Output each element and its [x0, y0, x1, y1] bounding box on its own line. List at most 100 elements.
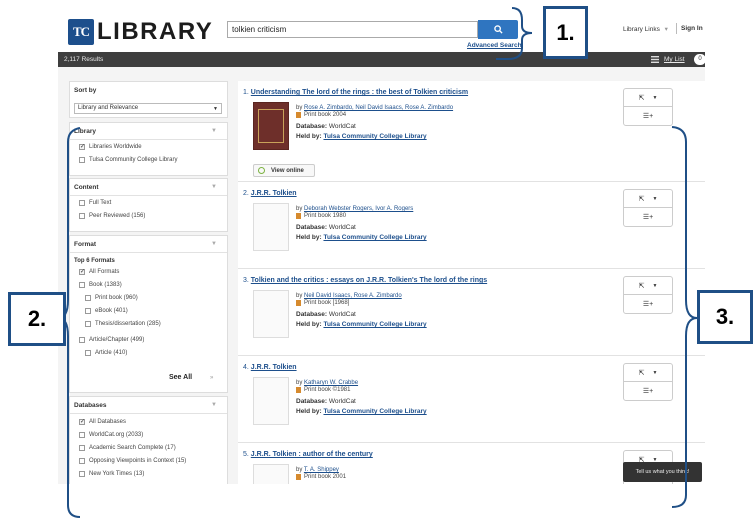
sort-panel: Sort by Library and Relevance ▼: [69, 81, 228, 118]
result-number: 1.: [243, 89, 249, 96]
collapse-icon[interactable]: ▼: [211, 128, 217, 134]
checkbox-icon: [79, 337, 85, 343]
result-title-link[interactable]: 4. J.R.R. Tolkien: [243, 364, 297, 371]
checkbox-icon: [79, 282, 85, 288]
share-menu-button[interactable]: ⇱ ▼: [624, 190, 672, 208]
facet-option[interactable]: Full Text: [79, 200, 111, 206]
result-authors: by Katharyn W. Crabbe: [296, 380, 359, 386]
collapse-icon[interactable]: ▼: [211, 241, 217, 247]
facet-label: Article (410): [95, 350, 128, 356]
share-menu-button[interactable]: ⇱ ▼: [624, 364, 672, 382]
author-links[interactable]: Neil David Isaacs, Rose A. Zimbardo: [304, 293, 402, 299]
collapse-icon[interactable]: ▼: [211, 402, 217, 408]
result-title-link[interactable]: 1. Understanding The lord of the rings :…: [243, 89, 468, 96]
add-to-list-icon: ☰+: [642, 214, 654, 221]
facet-label: Academic Search Complete (17): [89, 445, 176, 451]
cover-placeholder: [253, 203, 289, 251]
add-to-list-button[interactable]: ☰+: [624, 208, 672, 226]
facet-label: Print book (960): [95, 295, 138, 301]
facet-option[interactable]: ✓ Libraries Worldwide: [79, 144, 142, 150]
chevron-down-icon: ▾: [664, 26, 668, 33]
result-title-link[interactable]: 2. J.R.R. Tolkien: [243, 190, 297, 197]
cover-placeholder: [253, 464, 289, 484]
facet-option[interactable]: ✓ All Formats: [79, 269, 119, 275]
facet-option[interactable]: Opposing Viewpoints in Context (15): [79, 458, 186, 464]
result-format: Print book ©1981: [296, 387, 350, 393]
my-list-link[interactable]: My List: [664, 56, 685, 63]
result-authors: by Rose A. Zimbardo, Neil David Isaacs, …: [296, 105, 454, 111]
add-to-list-button[interactable]: ☰+: [624, 107, 672, 125]
facet-option[interactable]: eBook (401): [85, 308, 128, 314]
book-cover-image[interactable]: [253, 102, 289, 150]
share-menu-button[interactable]: ⇱ ▼: [624, 89, 672, 107]
result-actions: ⇱ ▼ ☰+: [623, 276, 673, 314]
divider: [70, 195, 227, 196]
content-panel: Content ▼ Full Text Peer Reviewed (156): [69, 178, 228, 232]
facet-option[interactable]: Article (410): [85, 350, 127, 356]
collapse-icon[interactable]: ▼: [211, 184, 217, 190]
facet-label: eBook (401): [95, 308, 128, 314]
result-title: J.R.R. Tolkien: [250, 190, 297, 197]
share-icon: ⇱: [638, 94, 645, 102]
facet-option[interactable]: Tulsa Community College Library: [79, 157, 177, 163]
see-all-formats-link[interactable]: See All: [169, 374, 192, 381]
library-logo[interactable]: TC LIBRARY: [68, 18, 213, 45]
held-by-link[interactable]: Tulsa Community College Library: [323, 234, 426, 241]
facet-option[interactable]: Book (1383): [79, 282, 122, 288]
checkbox-icon: [79, 471, 85, 477]
search-button[interactable]: [478, 20, 518, 39]
facet-label: Peer Reviewed (156): [89, 213, 146, 219]
author-links[interactable]: Deborah Webster Rogers, Ivor A. Rogers: [304, 206, 413, 212]
my-list-count-badge: 0: [694, 54, 705, 65]
format-subtitle: Top 6 Formats: [74, 258, 115, 264]
facet-label: Thesis/dissertation (285): [95, 321, 161, 327]
view-online-button[interactable]: View online: [253, 164, 315, 177]
book-icon: [296, 387, 301, 393]
library-links-label: Library Links: [623, 26, 660, 33]
advanced-search-link[interactable]: Advanced Search: [467, 42, 522, 49]
book-icon: [296, 300, 301, 306]
feedback-button[interactable]: Tell us what you think!: [623, 462, 702, 482]
facet-label: WorldCat.org (2033): [89, 432, 144, 438]
sort-select[interactable]: Library and Relevance ▼: [74, 103, 222, 114]
facet-option[interactable]: ✓ All Databases: [79, 419, 126, 425]
result-held-by: Held by: Tulsa Community College Library: [296, 234, 427, 241]
held-by-link[interactable]: Tulsa Community College Library: [323, 321, 426, 328]
sign-in-link[interactable]: Sign In: [681, 25, 703, 32]
result-number: 3.: [243, 277, 249, 284]
author-links[interactable]: Katharyn W. Crabbe: [304, 380, 358, 386]
facet-label: Libraries Worldwide: [89, 144, 142, 150]
screenshot-frame: TC LIBRARY tolkien criticism Advanced Se…: [58, 0, 705, 484]
book-icon: [296, 474, 301, 480]
facet-sidebar: Sort by Library and Relevance ▼ Library …: [69, 81, 228, 484]
add-to-list-icon: ☰+: [642, 301, 654, 308]
search-input[interactable]: tolkien criticism: [227, 21, 478, 38]
facet-option[interactable]: Peer Reviewed (156): [79, 213, 145, 219]
checkbox-icon: [79, 157, 85, 163]
callout-label-2: 2.: [8, 292, 66, 346]
callout-label-3: 3.: [697, 290, 753, 344]
held-by-link[interactable]: Tulsa Community College Library: [323, 408, 426, 415]
result-title-link[interactable]: 3. Tolkien and the critics : essays on J…: [243, 277, 487, 284]
library-links-menu[interactable]: Library Links ▾: [623, 25, 668, 33]
author-links[interactable]: T. A. Shippey: [304, 467, 339, 473]
facet-option[interactable]: Thesis/dissertation (285): [85, 321, 161, 327]
databases-panel: Databases ▼ ✓ All Databases WorldCat.org …: [69, 396, 228, 484]
author-links[interactable]: Rose A. Zimbardo, Neil David Isaacs, Ros…: [304, 105, 453, 111]
held-by-link[interactable]: Tulsa Community College Library: [323, 133, 426, 140]
result-title-link[interactable]: 5. J.R.R. Tolkien : author of the centur…: [243, 451, 373, 458]
share-menu-button[interactable]: ⇱ ▼: [624, 277, 672, 295]
result-held-by: Held by: Tulsa Community College Library: [296, 133, 427, 140]
facet-option[interactable]: WorldCat.org (2033): [79, 432, 143, 438]
checkbox-checked-icon: ✓: [79, 269, 86, 275]
add-to-list-button[interactable]: ☰+: [624, 382, 672, 400]
result-held-by: Held by: Tulsa Community College Library: [296, 408, 427, 415]
facet-option[interactable]: Academic Search Complete (17): [79, 445, 176, 451]
add-to-list-button[interactable]: ☰+: [624, 295, 672, 313]
facet-option[interactable]: New York Times (13): [79, 471, 144, 477]
chevron-down-icon: ▼: [652, 195, 658, 202]
facet-option[interactable]: Article/Chapter (499): [79, 337, 144, 343]
result-held-by: Held by: Tulsa Community College Library: [296, 321, 427, 328]
result-item: 3. Tolkien and the critics : essays on J…: [238, 269, 705, 355]
facet-option[interactable]: Print book (960): [85, 295, 138, 301]
